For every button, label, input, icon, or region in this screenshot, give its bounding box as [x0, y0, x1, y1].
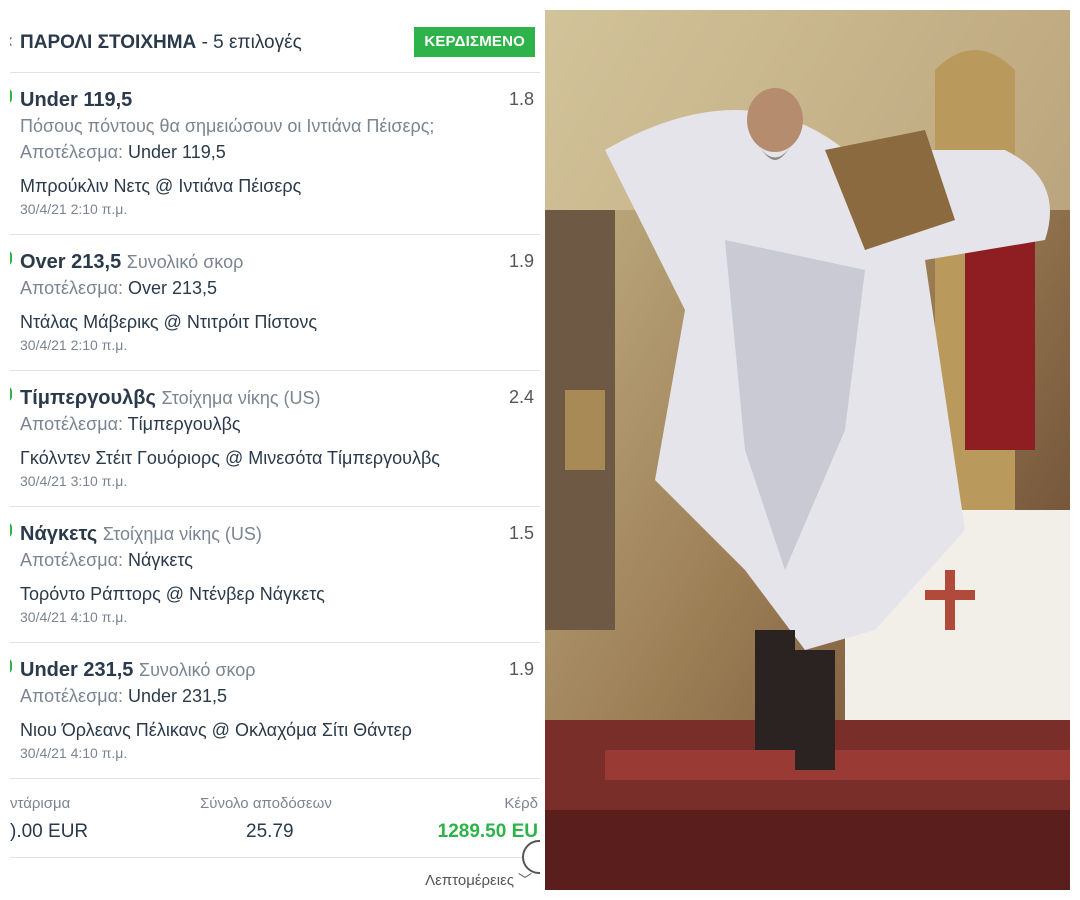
- event-date: 30/4/21 4:10 π.μ.: [20, 745, 128, 761]
- pick-label: Over 213,5: [20, 251, 122, 273]
- event-date: 30/4/21 4:10 π.μ.: [20, 609, 128, 625]
- result-line: Αποτέλεσμα: Under 231,5: [20, 683, 540, 709]
- selection-row[interactable]: Over 213,5 Συνολικό σκορ 1.9 Αποτέλεσμα: O…: [10, 235, 540, 371]
- priest-photo: [545, 10, 1070, 890]
- chevron-down-icon[interactable]: ﹀: [518, 870, 532, 890]
- bet-title: ΠΑΡΟΛΙ ΣΤΟΙΧΗΜΑ - 5 επιλογές: [20, 32, 302, 54]
- status-badge: ΚΕΡΔΙΣΜΕΝΟ: [414, 27, 535, 57]
- odds-value: 2.4: [508, 387, 534, 407]
- result-label: Αποτέλεσμα:: [20, 278, 123, 298]
- pick-label: Νάγκετς: [20, 523, 98, 545]
- win-indicator: [10, 659, 12, 673]
- odds-value: 1.9: [508, 659, 534, 679]
- selection-name: Τίμπεργουλβς Στοίχημα νίκης (US): [20, 385, 540, 411]
- result-value: Νάγκετς: [128, 550, 193, 570]
- event-date: 30/4/21 2:10 π.μ.: [20, 337, 128, 353]
- result-label: Αποτέλεσμα:: [20, 142, 123, 162]
- win-indicator: [10, 89, 12, 103]
- chevron-up-icon[interactable]: ‹: [10, 30, 13, 53]
- odds-value: 1.5: [508, 523, 534, 543]
- selection-name: Under 231,5 Συνολικό σκορ: [20, 657, 540, 683]
- win-indicator: [10, 387, 12, 401]
- selection-row[interactable]: Under 231,5 Συνολικό σκορ 1.9 Αποτέλεσμα: …: [10, 643, 540, 779]
- bet-slip-panel: ‹ ΠΑΡΟΛΙ ΣΤΟΙΧΗΜΑ - 5 επιλογές ΚΕΡΔΙΣΜΕΝ…: [0, 0, 540, 900]
- winnings-value: 1289.50 EU: [437, 821, 538, 842]
- win-indicator: [10, 251, 12, 265]
- selection-name: Under 119,5: [20, 87, 540, 113]
- photo-illustration: [545, 10, 1070, 890]
- result-line: Αποτέλεσμα: Under 119,5: [20, 139, 540, 165]
- result-value: Over 213,5: [128, 278, 218, 298]
- selection-row[interactable]: Τίμπεργουλβς Στοίχημα νίκης (US) 2.4 Αποτέ…: [10, 371, 540, 507]
- odds-value: 1.9: [508, 251, 534, 271]
- total-odds-label: Σύνολο αποδόσεων: [200, 795, 332, 812]
- selection-row[interactable]: Under 119,5 1.8 Πόσους πόντους θα σημειώσ…: [10, 73, 540, 235]
- result-value: Under 119,5: [128, 142, 226, 162]
- event-name: Τορόντο Ράπτορς @ Ντένβερ Νάγκετς: [20, 584, 325, 604]
- event-name: Ντάλας Μάβερικς @ Ντιτρόιτ Πίστονς: [20, 312, 318, 332]
- result-line: Αποτέλεσμα: Νάγκετς: [20, 547, 540, 573]
- result-label: Αποτέλεσμα:: [20, 686, 123, 706]
- result-line: Αποτέλεσμα: Over 213,5: [20, 275, 540, 301]
- odds-value: 1.8: [508, 89, 534, 109]
- selection-list: Under 119,5 1.8 Πόσους πόντους θα σημειώσ…: [10, 73, 540, 779]
- event-name: Γκόλντεν Στέιτ Γουόριορς @ Μινεσότα Τίμπ…: [20, 448, 440, 468]
- stake-value: ).00 EUR: [10, 821, 89, 842]
- bet-type: ΠΑΡΟΛΙ ΣΤΟΙΧΗΜΑ: [20, 32, 197, 53]
- event-date: 30/4/21 2:10 π.μ.: [20, 201, 128, 217]
- pick-label: Under 231,5: [20, 659, 134, 681]
- market-label: Συνολικό σκορ: [126, 252, 244, 272]
- selection-count: - 5 επιλογές: [201, 32, 302, 53]
- result-value: Under 231,5: [128, 686, 228, 706]
- result-label: Αποτέλεσμα:: [20, 550, 123, 570]
- result-value: Τίμπεργουλβς: [127, 414, 241, 434]
- market-label: Στοίχημα νίκης (US): [102, 524, 262, 544]
- stake-label: ντάρισμα: [10, 795, 71, 812]
- event-name: Νιου Όρλεανς Πέλικανς @ Οκλαχόμα Σίτι Θά…: [20, 720, 412, 740]
- selection-row[interactable]: Νάγκετς Στοίχημα νίκης (US) 1.5 Αποτέλεσμα…: [10, 507, 540, 643]
- win-indicator: [10, 523, 12, 537]
- event-date: 30/4/21 3:10 π.μ.: [20, 473, 128, 489]
- selection-name: Νάγκετς Στοίχημα νίκης (US): [20, 521, 540, 547]
- totals-row: ντάρισμα ).00 EUR Σύνολο αποδόσεων 25.79…: [10, 779, 540, 858]
- pick-label: Τίμπεργουλβς: [20, 387, 156, 409]
- bet-header[interactable]: ‹ ΠΑΡΟΛΙ ΣΤΟΙΧΗΜΑ - 5 επιλογές ΚΕΡΔΙΣΜΕΝ…: [10, 10, 540, 73]
- market-label: Στοίχημα νίκης (US): [161, 388, 321, 408]
- market-label: Συνολικό σκορ: [138, 660, 256, 680]
- winnings-label: Κέρδ: [504, 795, 538, 812]
- total-odds-value: 25.79: [246, 821, 294, 842]
- details-link[interactable]: Λεπτομέρειες: [425, 872, 514, 889]
- bet-card: ‹ ΠΑΡΟΛΙ ΣΤΟΙΧΗΜΑ - 5 επιλογές ΚΕΡΔΙΣΜΕΝ…: [10, 10, 540, 890]
- event-name: Μπρούκλιν Νετς @ Ιντιάνα Πέισερς: [20, 176, 302, 196]
- result-line: Αποτέλεσμα: Τίμπεργουλβς: [20, 411, 540, 437]
- pick-label: Under 119,5: [20, 89, 133, 111]
- result-label: Αποτέλεσμα:: [20, 414, 123, 434]
- selection-name: Over 213,5 Συνολικό σκορ: [20, 249, 540, 275]
- market-question: Πόσους πόντους θα σημειώσουν οι Ιντιάνα …: [20, 116, 435, 136]
- bet-footer: Λεπτομέρειες ﹀: [10, 840, 540, 890]
